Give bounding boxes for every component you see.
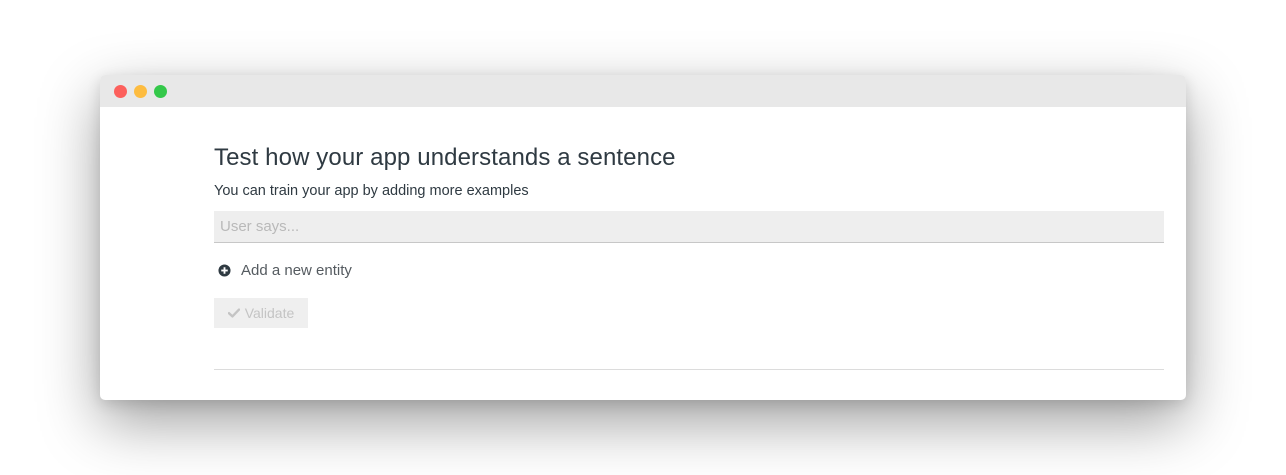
validate-label: Validate xyxy=(244,305,295,321)
minimize-window-button[interactable] xyxy=(134,85,147,98)
user-says-field xyxy=(214,211,1164,243)
check-icon xyxy=(227,308,240,318)
user-says-input[interactable] xyxy=(214,211,1164,242)
close-window-button[interactable] xyxy=(114,85,127,98)
add-entity-link[interactable]: Add a new entity xyxy=(218,262,352,279)
section-divider xyxy=(214,369,1164,370)
plus-circle-icon xyxy=(218,264,231,277)
validate-button[interactable]: Validate xyxy=(214,298,308,328)
add-entity-label: Add a new entity xyxy=(241,262,352,279)
window-titlebar xyxy=(100,75,1186,107)
page-subtitle: You can train your app by adding more ex… xyxy=(214,183,529,199)
page-title: Test how your app understands a sentence xyxy=(214,144,676,171)
zoom-window-button[interactable] xyxy=(154,85,167,98)
app-window: Test how your app understands a sentence… xyxy=(100,75,1186,400)
